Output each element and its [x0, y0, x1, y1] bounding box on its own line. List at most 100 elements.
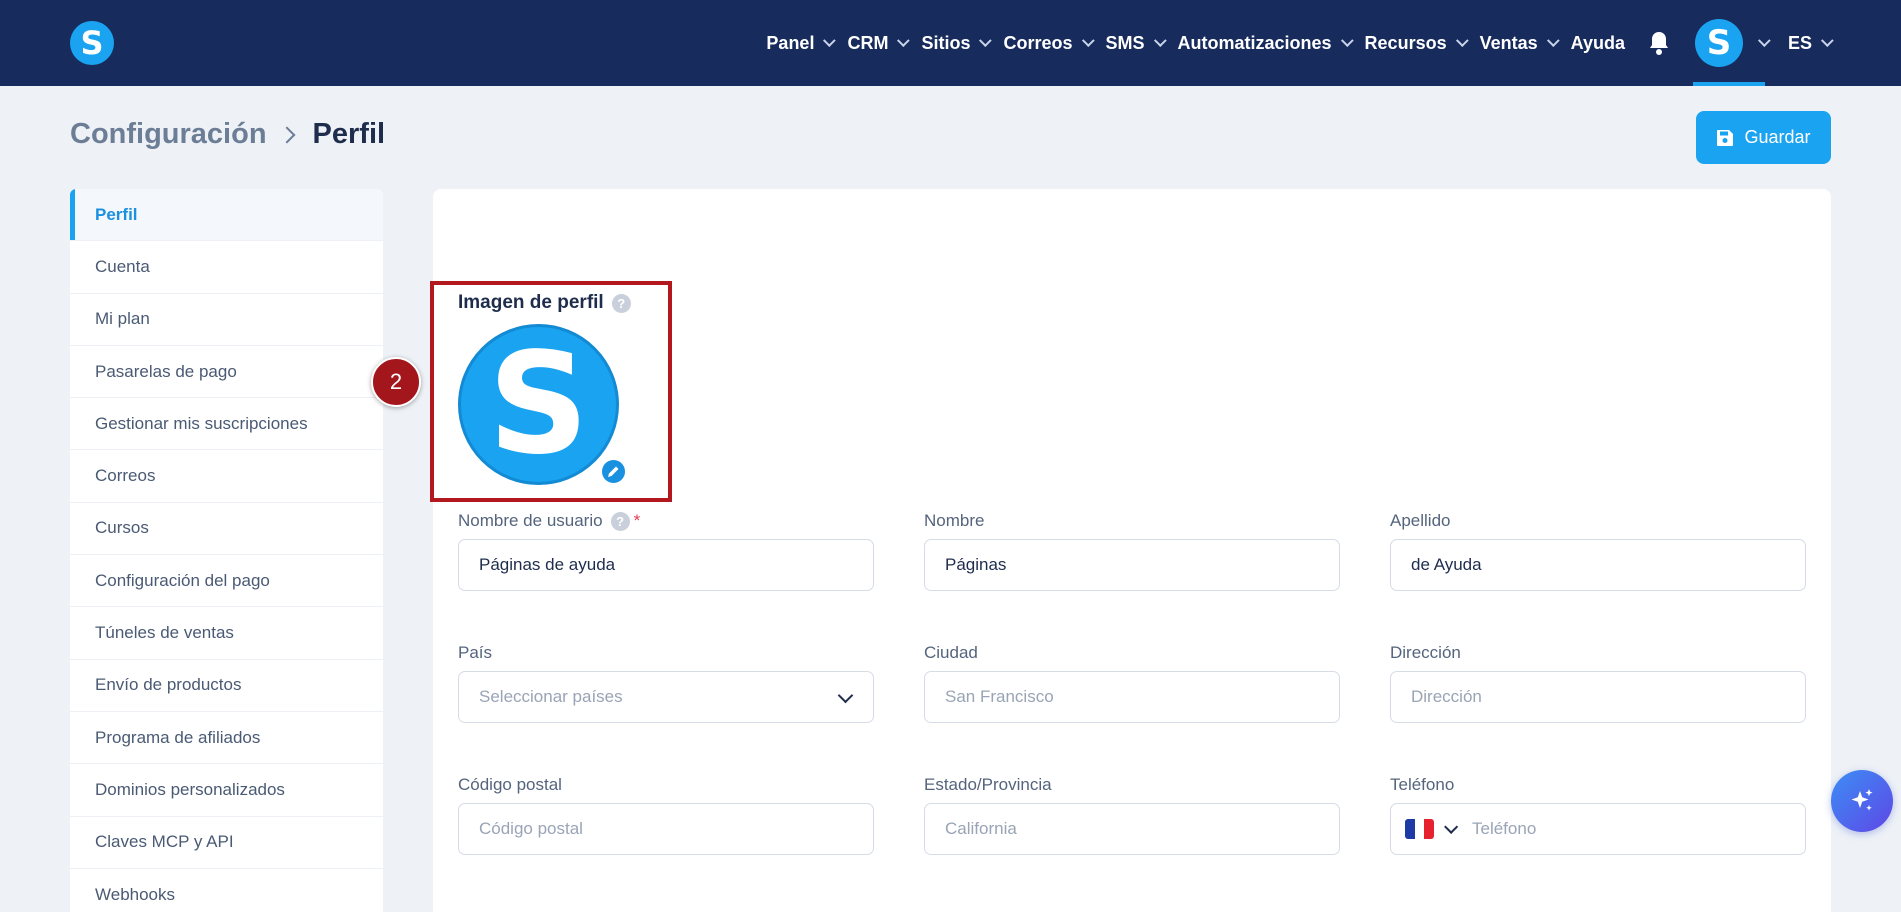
username-value: Páginas de ayuda: [479, 555, 616, 574]
nav-recursos-label: Recursos: [1364, 32, 1447, 53]
nav-recursos[interactable]: Recursos: [1364, 32, 1469, 54]
app-logo[interactable]: S: [70, 21, 114, 65]
sidebar-item-envio-de-productos[interactable]: Envío de productos: [70, 660, 383, 712]
city-label: Ciudad: [924, 643, 978, 663]
first-name-input[interactable]: Páginas: [924, 539, 1340, 591]
step-number: 2: [389, 369, 403, 394]
sidebar-item-mi-plan[interactable]: Mi plan: [70, 294, 383, 346]
language-selector[interactable]: ES: [1788, 33, 1834, 54]
top-navbar: S Panel CRM Sitios Correos SMS Automatiz…: [0, 0, 1901, 86]
sidebar-item-cursos[interactable]: Cursos: [70, 503, 383, 556]
help-glyph: ?: [617, 295, 626, 311]
nav-automatizaciones[interactable]: Automatizaciones: [1177, 32, 1354, 54]
sidebar-item-label: Túneles de ventas: [95, 623, 234, 643]
country-label: País: [458, 643, 492, 663]
page-title: Perfil: [312, 118, 386, 150]
state-input[interactable]: California: [924, 803, 1340, 855]
help-icon[interactable]: ?: [611, 293, 631, 313]
profile-picture-label-text: Imagen de perfil: [458, 292, 604, 313]
country-placeholder: Seleccionar países: [479, 687, 623, 706]
nav-ventas[interactable]: Ventas: [1479, 32, 1560, 54]
required-mark: *: [633, 511, 641, 530]
nav-ventas-label: Ventas: [1479, 32, 1538, 53]
sidebar-item-dominios[interactable]: Dominios personalizados: [70, 764, 383, 817]
nav-crm[interactable]: CRM: [847, 32, 911, 54]
avatar-letter: S: [1706, 23, 1732, 63]
user-menu[interactable]: S: [1692, 0, 1771, 86]
country-label-text: País: [458, 643, 493, 662]
sidebar-item-cuenta[interactable]: Cuenta: [70, 241, 383, 294]
sidebar-item-configuracion-pago[interactable]: Configuración del pago: [70, 555, 383, 608]
address-placeholder: Dirección: [1411, 687, 1482, 706]
sidebar-item-label: Configuración del pago: [95, 570, 270, 590]
main-nav: Panel CRM Sitios Correos SMS Automatizac…: [750, 0, 1834, 86]
sidebar-item-claves-api[interactable]: Claves MCP y API: [70, 817, 383, 869]
address-input[interactable]: Dirección: [1390, 671, 1806, 723]
bell-icon[interactable]: [1647, 30, 1671, 56]
nav-sitios-label: Sitios: [921, 32, 971, 53]
profile-picture[interactable]: S: [458, 324, 619, 485]
ai-assistant-button[interactable]: [1831, 770, 1893, 832]
sidebar-item-label: Mi plan: [95, 309, 150, 329]
sidebar-item-tuneles-de-ventas[interactable]: Túneles de ventas: [70, 607, 383, 660]
sidebar-item-webhooks[interactable]: Webhooks: [70, 869, 383, 912]
city-label-text: Ciudad: [924, 643, 978, 662]
state-label-text: Estado/Provincia: [924, 775, 1052, 794]
help-icon[interactable]: ?: [610, 511, 630, 531]
avatar-menu-toggle[interactable]: [1749, 33, 1771, 48]
sidebar-item-label: Gestionar mis suscripciones: [95, 413, 308, 433]
logo-letter: S: [80, 24, 104, 62]
sidebar-item-label: Webhooks: [95, 884, 176, 904]
france-flag-icon[interactable]: [1405, 819, 1434, 839]
nav-sitios[interactable]: Sitios: [921, 32, 993, 54]
sidebar-item-programa-afiliados[interactable]: Programa de afiliados: [70, 712, 383, 765]
nav-crm-label: CRM: [847, 32, 889, 53]
save-icon: [1717, 129, 1734, 146]
first-name-label: Nombre: [924, 511, 984, 531]
nav-correos[interactable]: Correos: [1003, 32, 1095, 54]
nav-correos-label: Correos: [1003, 32, 1073, 53]
chevron-down-icon: [1455, 33, 1469, 47]
username-label: Nombre de usuario ? *: [458, 511, 640, 531]
pencil-icon: [608, 466, 619, 477]
country-select[interactable]: Seleccionar países: [458, 671, 874, 723]
nav-automatizaciones-label: Automatizaciones: [1177, 32, 1332, 53]
sidebar-item-suscripciones[interactable]: Gestionar mis suscripciones: [70, 398, 383, 451]
postal-code-input[interactable]: Código postal: [458, 803, 874, 855]
nav-panel-label: Panel: [766, 32, 815, 53]
phone-input[interactable]: Teléfono: [1390, 803, 1806, 855]
phone-placeholder: Teléfono: [1472, 819, 1537, 838]
sidebar-item-pasarelas-de-pago[interactable]: Pasarelas de pago: [70, 346, 383, 399]
settings-sidebar: Perfil Cuenta Mi plan Pasarelas de pago …: [70, 189, 383, 912]
chevron-down-icon: [1153, 33, 1167, 47]
chevron-down-icon[interactable]: [1444, 819, 1459, 834]
nav-ayuda-label: Ayuda: [1570, 32, 1625, 53]
sidebar-item-label: Cuenta: [95, 256, 150, 276]
nav-sms[interactable]: SMS: [1106, 33, 1167, 54]
avatar[interactable]: S: [1694, 19, 1743, 67]
city-placeholder: San Francisco: [945, 687, 1054, 706]
profile-picture-label: Imagen de perfil ?: [458, 292, 631, 314]
sidebar-item-perfil[interactable]: Perfil: [70, 189, 383, 242]
state-placeholder: California: [945, 819, 1017, 838]
breadcrumb-parent[interactable]: Configuración: [70, 118, 267, 151]
chevron-down-icon: [897, 33, 911, 47]
city-input[interactable]: San Francisco: [924, 671, 1340, 723]
postal-code-label: Código postal: [458, 775, 562, 795]
sidebar-item-label: Perfil: [95, 204, 138, 224]
edit-picture-button[interactable]: [600, 458, 627, 485]
step-badge: 2: [371, 357, 421, 407]
last-name-input[interactable]: de Ayuda: [1390, 539, 1806, 591]
username-input[interactable]: Páginas de ayuda: [458, 539, 874, 591]
sidebar-item-label: Claves MCP y API: [95, 832, 234, 852]
first-name-label-text: Nombre: [924, 511, 985, 530]
sidebar-item-label: Correos: [95, 466, 156, 486]
nav-panel[interactable]: Panel: [766, 32, 837, 54]
address-label: Dirección: [1390, 643, 1461, 663]
nav-ayuda[interactable]: Ayuda: [1571, 33, 1625, 54]
username-label-text: Nombre de usuario: [458, 511, 603, 530]
phone-label: Teléfono: [1390, 775, 1454, 795]
last-name-label: Apellido: [1390, 511, 1451, 531]
save-button[interactable]: Guardar: [1696, 111, 1831, 164]
sidebar-item-correos[interactable]: Correos: [70, 450, 383, 503]
